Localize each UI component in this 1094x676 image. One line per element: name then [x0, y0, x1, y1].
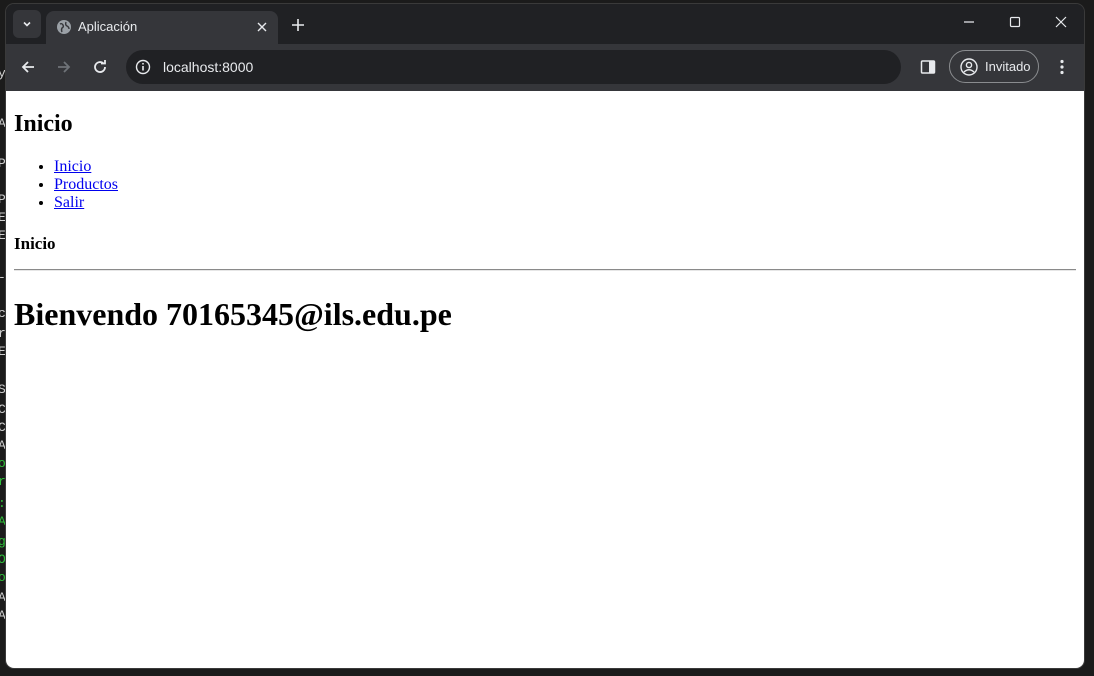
welcome-heading: Bienvendo 70165345@ils.edu.pe — [14, 296, 452, 332]
person-icon — [960, 58, 978, 76]
page-title: Inicio — [14, 111, 73, 137]
side-panel-button[interactable] — [914, 53, 942, 81]
close-icon — [1055, 16, 1067, 28]
divider — [14, 269, 1076, 271]
reload-button[interactable] — [86, 53, 114, 81]
browser-toolbar: localhost:8000 Invitado — [6, 44, 1084, 91]
side-panel-icon — [920, 60, 936, 74]
close-icon — [257, 22, 267, 32]
url-text[interactable]: localhost:8000 — [163, 59, 253, 75]
reload-icon — [94, 60, 106, 73]
info-icon[interactable] — [135, 59, 151, 75]
page-viewport: Inicio Inicio Productos Salir Inicio Bie… — [6, 91, 1084, 668]
globe-icon — [57, 20, 71, 34]
kebab-menu-icon — [1060, 59, 1064, 75]
address-bar[interactable]: localhost:8000 — [126, 50, 901, 84]
back-button[interactable] — [14, 53, 42, 81]
main-nav: Inicio Productos Salir — [14, 158, 118, 212]
browser-window: Aplicación localhost:8000 Invitado Inici… — [6, 4, 1084, 668]
tab-strip: Aplicación — [6, 4, 1084, 44]
profile-button[interactable]: Invitado — [949, 50, 1039, 83]
minimize-icon — [964, 21, 974, 23]
nav-link-salir[interactable]: Salir — [54, 194, 84, 211]
nav-link-productos[interactable]: Productos — [54, 176, 118, 193]
browser-tab[interactable]: Aplicación — [46, 11, 278, 44]
minimize-button[interactable] — [946, 4, 992, 40]
plus-icon — [292, 19, 304, 31]
arrow-right-icon — [58, 61, 71, 73]
nav-item: Inicio — [54, 158, 118, 176]
new-tab-button[interactable] — [286, 14, 310, 36]
arrow-left-icon — [21, 61, 34, 73]
forward-button[interactable] — [50, 53, 78, 81]
nav-item: Salir — [54, 194, 118, 212]
tab-close-button[interactable] — [252, 17, 272, 37]
tab-title: Aplicación — [78, 19, 138, 34]
nav-item: Productos — [54, 176, 118, 194]
profile-label: Invitado — [985, 59, 1031, 74]
tab-search-button[interactable] — [13, 10, 41, 38]
section-title: Inicio — [14, 234, 56, 253]
maximize-icon — [1009, 16, 1021, 28]
maximize-button[interactable] — [992, 4, 1038, 40]
window-close-button[interactable] — [1038, 4, 1084, 40]
browser-menu-button[interactable] — [1048, 53, 1076, 81]
chevron-down-icon — [23, 21, 31, 27]
nav-link-inicio[interactable]: Inicio — [54, 158, 91, 175]
